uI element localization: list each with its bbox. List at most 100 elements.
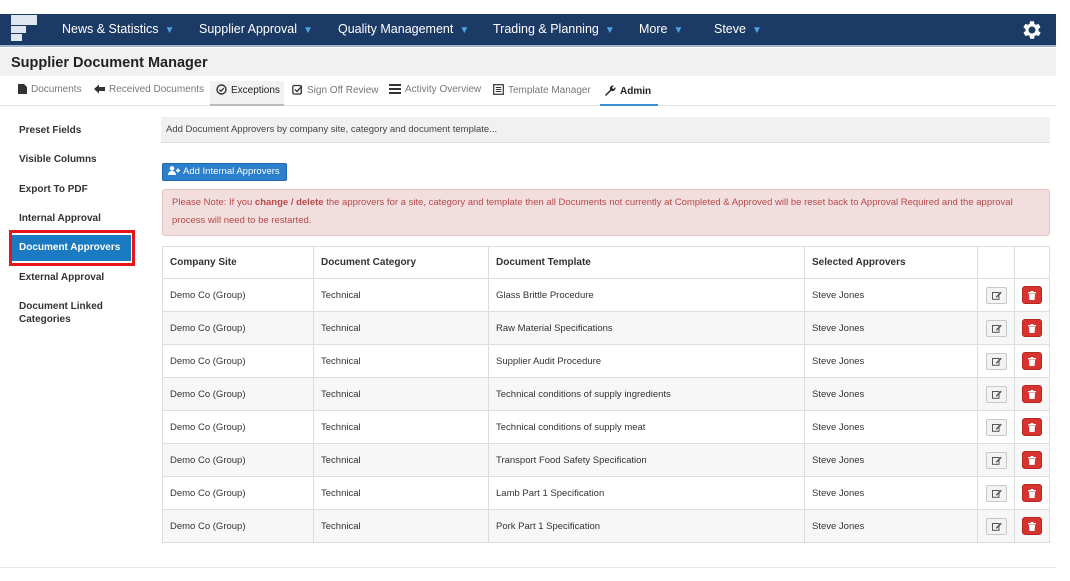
edit-icon: [991, 423, 1002, 432]
app-logo[interactable]: [11, 15, 37, 42]
cell-delete: [1014, 378, 1051, 410]
gear-icon[interactable]: [1020, 18, 1044, 42]
chevron-down-icon: ▼: [751, 25, 762, 36]
cell-document-category: Technical: [313, 411, 488, 443]
sidebar-item-document-approvers[interactable]: Document Approvers: [11, 235, 131, 261]
cell-document-template: Supplier Audit Procedure: [488, 345, 804, 377]
sidebar-item-internal-approval[interactable]: Internal Approval: [11, 212, 131, 225]
delete-button[interactable]: [1022, 385, 1042, 403]
cell-document-category: Technical: [313, 510, 488, 542]
table-row[interactable]: Demo Co (Group) Technical Transport Food…: [163, 443, 1049, 476]
chevron-down-icon: ▼: [459, 25, 470, 36]
edit-button[interactable]: [986, 352, 1007, 370]
page-header: Supplier Document Manager: [0, 48, 1056, 76]
cell-delete: [1014, 510, 1051, 542]
cell-edit: [977, 510, 1014, 542]
tab-activity-overview[interactable]: Activity Overview: [389, 84, 481, 106]
cell-document-template: Technical conditions of supply ingredien…: [488, 378, 804, 410]
edit-button[interactable]: [986, 319, 1007, 337]
delete-button[interactable]: [1022, 517, 1042, 535]
sidebar-item-export-to-pdf[interactable]: Export To PDF: [11, 183, 131, 196]
cell-document-category: Technical: [313, 279, 488, 311]
edit-button[interactable]: [986, 286, 1007, 304]
cell-document-category: Technical: [313, 312, 488, 344]
cell-company-site: Demo Co (Group): [170, 289, 246, 301]
sidebar-item-document-linked-categories[interactable]: Document Linked Categories: [11, 300, 121, 326]
tab-admin[interactable]: Admin: [600, 81, 658, 106]
page-title: Supplier Document Manager: [11, 55, 208, 71]
trash-icon: [1028, 455, 1036, 465]
sidebar-item-preset-fields[interactable]: Preset Fields: [11, 124, 131, 137]
trash-icon: [1028, 422, 1036, 432]
cell-edit: [977, 312, 1014, 344]
cell-selected-approvers: Steve Jones: [804, 477, 977, 509]
cell-delete: [1014, 345, 1051, 377]
add-internal-approvers-button[interactable]: Add Internal Approvers: [162, 163, 287, 181]
delete-button[interactable]: [1022, 319, 1042, 337]
table-row[interactable]: Demo Co (Group) Technical Pork Part 1 Sp…: [163, 509, 1049, 542]
template-icon: [493, 84, 504, 95]
column-header-selected-approvers[interactable]: Selected Approvers: [804, 247, 977, 278]
column-header-company-site[interactable]: Company Site: [163, 247, 313, 278]
nav-trading-planning[interactable]: Trading & Planning ▼: [493, 14, 615, 45]
tab-documents[interactable]: Documents: [18, 84, 82, 106]
tab-sign-off-review[interactable]: Sign Off Review: [292, 84, 379, 106]
cell-selected-approvers: Steve Jones: [804, 411, 977, 443]
cell-delete: [1014, 279, 1051, 311]
add-user-icon: [168, 166, 180, 175]
trash-icon: [1028, 389, 1036, 399]
nav-supplier-approval[interactable]: Supplier Approval ▼: [199, 14, 313, 45]
nav-user-menu[interactable]: Steve ▼: [714, 14, 762, 45]
edit-icon: [991, 390, 1002, 399]
list-icon: [389, 84, 401, 94]
edit-icon: [991, 522, 1002, 531]
tab-exceptions[interactable]: Exceptions: [210, 81, 284, 106]
cell-selected-approvers: Steve Jones: [804, 312, 977, 344]
delete-button[interactable]: [1022, 484, 1042, 502]
table-row[interactable]: Demo Co (Group) Technical Supplier Audit…: [163, 344, 1049, 377]
cell-company-site: Demo Co (Group): [170, 421, 246, 433]
table-row[interactable]: Demo Co (Group) Technical Technical cond…: [163, 377, 1049, 410]
edit-button[interactable]: [986, 451, 1007, 469]
tab-template-manager[interactable]: Template Manager: [493, 84, 591, 106]
column-header-document-category[interactable]: Document Category: [313, 247, 488, 278]
nav-news-statistics[interactable]: News & Statistics ▼: [62, 14, 174, 45]
check-circle-icon: [216, 84, 227, 95]
cell-selected-approvers: Steve Jones: [804, 345, 977, 377]
edit-button[interactable]: [986, 385, 1007, 403]
alert-emphasis: change / delete: [254, 197, 324, 208]
edit-button[interactable]: [986, 418, 1007, 436]
sidebar-item-external-approval[interactable]: External Approval: [11, 271, 131, 284]
cell-edit: [977, 279, 1014, 311]
info-bar: Add Document Approvers by company site, …: [161, 117, 1050, 143]
cell-company-site: Demo Co (Group): [170, 520, 246, 532]
cell-company-site: Demo Co (Group): [170, 388, 246, 400]
table-row[interactable]: Demo Co (Group) Technical Technical cond…: [163, 410, 1049, 443]
delete-button[interactable]: [1022, 286, 1042, 304]
edit-button[interactable]: [986, 484, 1007, 502]
table-row[interactable]: Demo Co (Group) Technical Glass Brittle …: [163, 278, 1049, 311]
nav-more[interactable]: More ▼: [639, 14, 683, 45]
cell-document-template: Transport Food Safety Specification: [488, 444, 804, 476]
nav-quality-management[interactable]: Quality Management ▼: [338, 14, 469, 45]
delete-button[interactable]: [1022, 418, 1042, 436]
cell-edit: [977, 477, 1014, 509]
cell-edit: [977, 411, 1014, 443]
cell-company-site: Demo Co (Group): [170, 355, 246, 367]
tab-received-documents[interactable]: Received Documents: [94, 84, 204, 106]
sidebar-item-visible-columns[interactable]: Visible Columns: [11, 153, 131, 166]
column-header-document-template[interactable]: Document Template: [488, 247, 804, 278]
edit-icon: [991, 324, 1002, 333]
file-icon: [18, 84, 27, 94]
edit-button[interactable]: [986, 517, 1007, 535]
cell-selected-approvers: Steve Jones: [804, 510, 977, 542]
cell-document-template: Technical conditions of supply meat: [488, 411, 804, 443]
trash-icon: [1028, 488, 1036, 498]
table-row[interactable]: Demo Co (Group) Technical Lamb Part 1 Sp…: [163, 476, 1049, 509]
delete-button[interactable]: [1022, 352, 1042, 370]
delete-button[interactable]: [1022, 451, 1042, 469]
chevron-down-icon: ▼: [604, 25, 615, 36]
cell-document-category: Technical: [313, 477, 488, 509]
top-navbar: News & Statistics ▼ Supplier Approval ▼ Qu…: [0, 14, 1056, 47]
table-row[interactable]: Demo Co (Group) Technical Raw Material S…: [163, 311, 1049, 344]
